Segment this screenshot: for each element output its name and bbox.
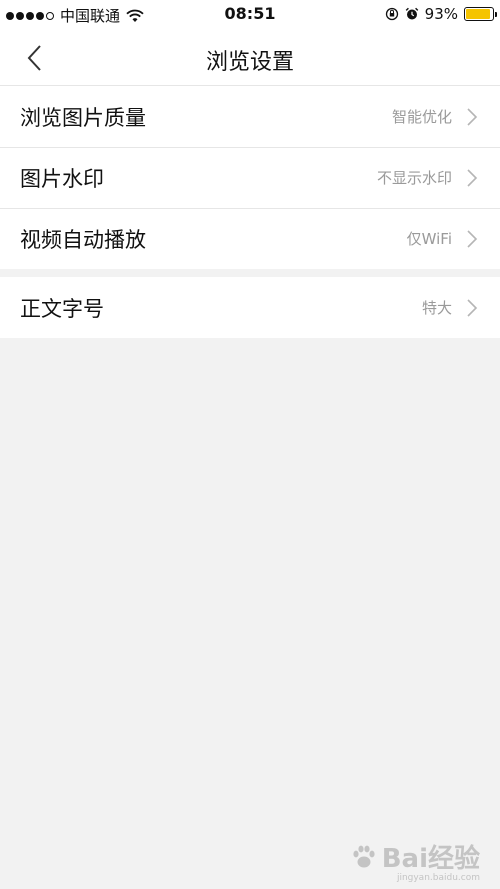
alarm-icon [405, 7, 418, 20]
chevron-right-icon [467, 298, 478, 317]
watermark-url: jingyan.baidu.com [396, 873, 480, 883]
watermark-logo: Bai经验 [350, 838, 480, 875]
setting-row-image-watermark[interactable]: 图片水印 不显示水印 [0, 147, 500, 208]
setting-label: 图片水印 [20, 166, 104, 191]
setting-row-font-size[interactable]: 正文字号 特大 [0, 277, 500, 338]
setting-row-image-quality[interactable]: 浏览图片质量 智能优化 [0, 86, 500, 147]
back-button[interactable] [18, 42, 50, 74]
orientation-lock-icon [385, 7, 398, 21]
setting-label: 浏览图片质量 [20, 105, 146, 130]
status-right: 93% [385, 5, 497, 23]
chevron-left-icon [27, 45, 41, 71]
battery-level [466, 9, 491, 19]
setting-label: 正文字号 [20, 296, 104, 321]
status-bar: 中国联通 08:51 93% [0, 0, 500, 30]
setting-row-video-autoplay[interactable]: 视频自动播放 仅WiFi [0, 208, 500, 269]
watermark-logo-text: Bai经验 [381, 844, 480, 874]
setting-value: 特大 [421, 299, 452, 317]
battery-percent: 93% [424, 5, 458, 23]
navigation-bar: 浏览设置 [0, 30, 500, 86]
page-title: 浏览设置 [205, 50, 294, 75]
settings-group-text: 正文字号 特大 [0, 277, 500, 338]
setting-value: 不显示水印 [376, 169, 452, 187]
chevron-right-icon [467, 107, 478, 126]
baidu-jingyan-watermark: Bai经验 jingyan.baidu.com [350, 838, 480, 883]
setting-value: 智能优化 [391, 108, 452, 126]
paw-icon [353, 845, 375, 867]
settings-group-browsing: 浏览图片质量 智能优化 图片水印 不显示水印 视频自动播放 仅WiFi [0, 86, 500, 269]
setting-label: 视频自动播放 [20, 227, 146, 252]
battery-icon [464, 7, 497, 21]
setting-value: 仅WiFi [406, 230, 452, 248]
chevron-right-icon [467, 229, 478, 248]
chevron-right-icon [467, 168, 478, 187]
